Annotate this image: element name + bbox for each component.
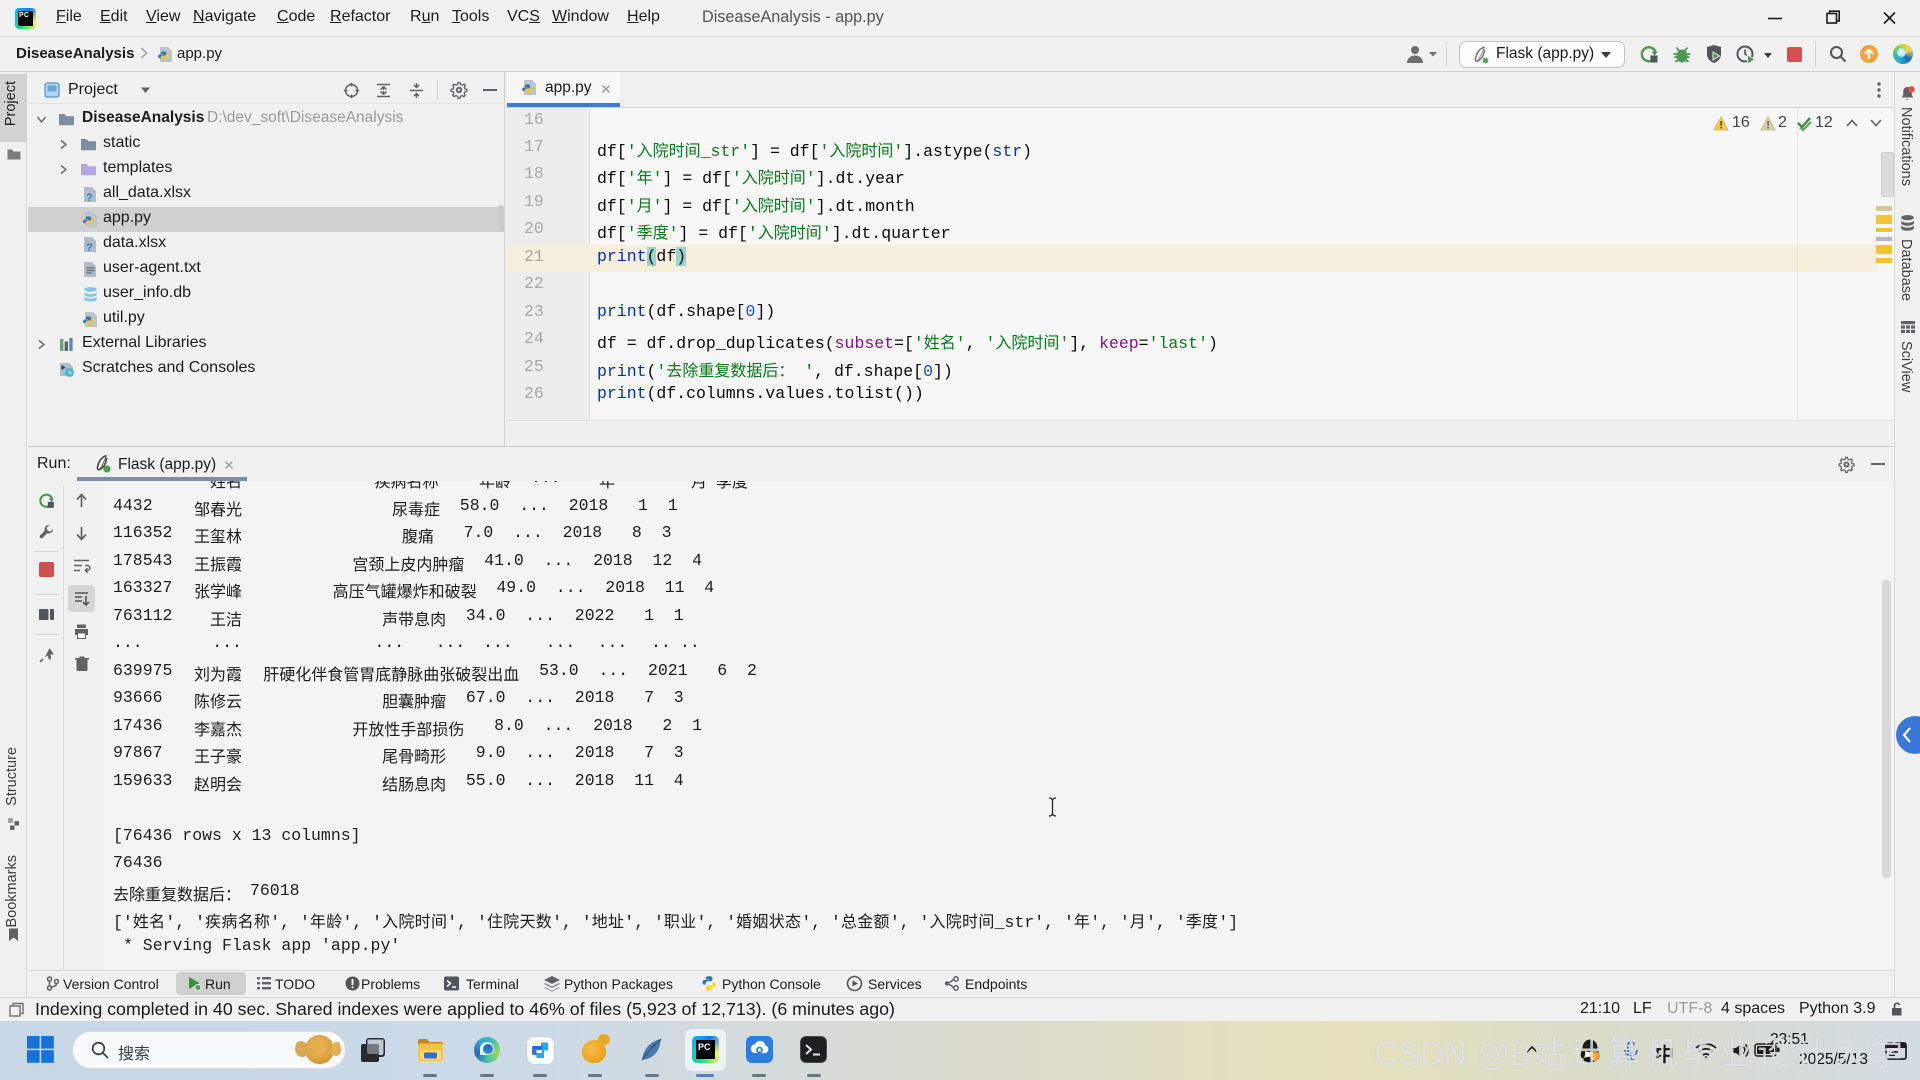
svg-text:?: ?: [86, 242, 93, 253]
svg-text:?: ?: [86, 192, 93, 203]
